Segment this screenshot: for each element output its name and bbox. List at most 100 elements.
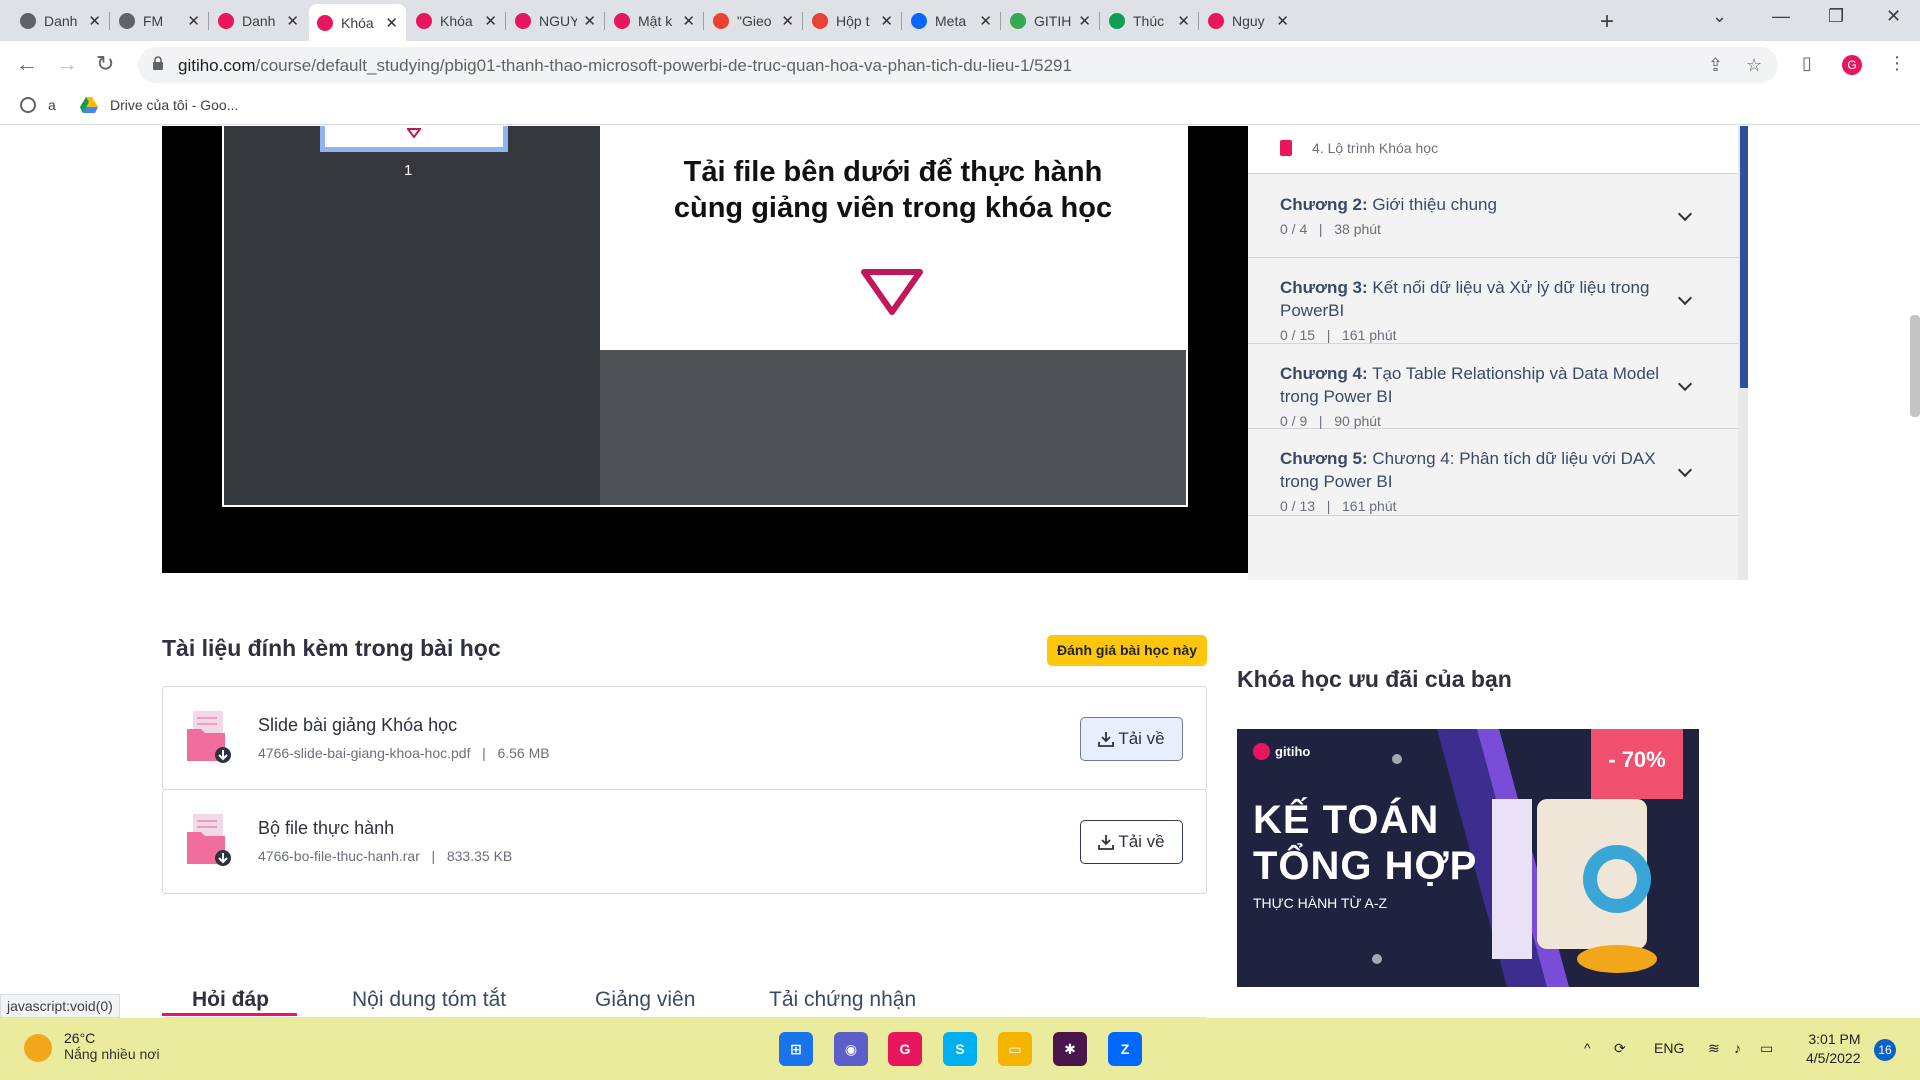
bookmark-item[interactable]: Drive của tôi - Goo... <box>80 97 238 113</box>
roadmap-label: 4. Lộ trình Khóa học <box>1312 140 1439 156</box>
download-button[interactable]: Tải về <box>1080 717 1183 761</box>
browser-tab[interactable]: NGUY ✕ <box>507 6 604 35</box>
reload-icon[interactable]: ↻ <box>96 51 114 77</box>
chapter-item[interactable]: Chương 2: Giới thiệu chung 0 / 4 | 38 phú… <box>1248 175 1738 258</box>
chapter-item[interactable]: Chương 3: Kết nối dữ liệu và Xử lý dữ li… <box>1248 258 1738 344</box>
chapter-item[interactable]: Chương 4: Tạo Table Relationship và Data… <box>1248 344 1738 429</box>
slide-thumbnail[interactable] <box>320 126 508 152</box>
clock[interactable]: 3:01 PM 4/5/2022 <box>1806 1030 1861 1068</box>
slack-icon[interactable]: ✱ <box>1053 1032 1087 1066</box>
separator: | <box>1318 221 1323 237</box>
tab-separator <box>1099 12 1100 30</box>
close-tab-icon[interactable]: ✕ <box>187 12 200 30</box>
skype-icon[interactable]: S <box>943 1032 977 1066</box>
promo-banner[interactable]: gitiho KẾ TOÁN TỔNG HỢP THỰC HÀNH TỪ A-Z… <box>1237 729 1699 987</box>
weather-widget[interactable]: 26°C Nắng nhiều nơi <box>24 1030 160 1062</box>
close-tab-icon[interactable]: ✕ <box>880 12 893 30</box>
chapter-item[interactable]: Chương 5: Chương 4: Phân tích dữ liệu vớ… <box>1248 429 1738 516</box>
browser-tab[interactable]: Meta ✕ <box>903 6 1000 35</box>
zalo-icon[interactable]: Z <box>1108 1032 1142 1066</box>
close-tab-icon[interactable]: ✕ <box>979 12 992 30</box>
gitiho-icon <box>218 12 234 29</box>
browser-tab[interactable]: Danh ✕ <box>12 6 109 35</box>
share-icon[interactable]: ⇪ <box>1708 55 1723 76</box>
windows-start-icon[interactable]: ⊞ <box>779 1032 813 1066</box>
side-panel-icon[interactable]: ▯ <box>1802 53 1812 74</box>
download-button[interactable]: Tải về <box>1080 820 1183 864</box>
chapter-duration: 90 phút <box>1334 413 1381 429</box>
chevron-down-icon[interactable] <box>1677 462 1693 478</box>
close-tab-icon[interactable]: ✕ <box>88 12 101 30</box>
wifi-icon[interactable]: ≋ <box>1708 1040 1720 1057</box>
bookmark-star-icon[interactable]: ☆ <box>1746 55 1762 76</box>
roadmap-item[interactable]: 4. Lộ trình Khóa học <box>1248 126 1738 174</box>
browser-tab[interactable]: Khóa ✕ <box>309 4 406 41</box>
new-tab-button[interactable]: + <box>1600 8 1614 36</box>
bookmarks-bar: a Drive của tôi - Goo... <box>0 89 1920 125</box>
meta-icon <box>911 12 927 29</box>
chevron-down-icon[interactable] <box>1677 376 1693 392</box>
url-text[interactable]: gitiho.com/course/default_studying/pbig0… <box>178 56 1072 76</box>
chevron-down-icon[interactable] <box>1677 290 1693 306</box>
bookmark-item[interactable]: a <box>20 97 56 113</box>
gitiho-icon <box>515 12 531 29</box>
chevron-down-icon[interactable] <box>1677 206 1693 222</box>
forward-arrow-icon[interactable]: → <box>56 51 78 77</box>
gitiho-icon <box>1208 12 1224 29</box>
language-indicator[interactable]: ENG <box>1654 1040 1684 1056</box>
tab-search-icon[interactable]: ⌄ <box>1712 6 1727 27</box>
close-tab-icon[interactable]: ✕ <box>781 12 794 30</box>
browser-tab[interactable]: Mật k ✕ <box>606 6 703 35</box>
close-tab-icon[interactable]: ✕ <box>286 12 299 30</box>
back-arrow-icon[interactable]: ← <box>16 51 38 77</box>
close-tab-icon[interactable]: ✕ <box>385 14 398 32</box>
close-tab-icon[interactable]: ✕ <box>1276 12 1289 30</box>
attachment-size: 6.56 MB <box>497 745 550 761</box>
minimize-button[interactable]: — <box>1772 6 1790 27</box>
globe-icon <box>20 12 36 29</box>
chrome-icon[interactable]: G <box>888 1032 922 1066</box>
browser-tab[interactable]: Nguy ✕ <box>1200 6 1297 35</box>
close-tab-icon[interactable]: ✕ <box>484 12 497 30</box>
tab-title: Meta <box>935 12 967 29</box>
battery-icon[interactable]: ▭ <box>1760 1040 1773 1057</box>
browser-tab[interactable]: Hộp t ✕ <box>804 6 901 35</box>
chevron-up-icon[interactable]: ^ <box>1584 1040 1591 1056</box>
tab-summary[interactable]: Nội dung tóm tắt <box>352 988 506 1012</box>
file-explorer-icon[interactable]: ▭ <box>998 1032 1032 1066</box>
tab-separator <box>901 12 902 30</box>
restore-button[interactable]: ❐ <box>1828 6 1844 27</box>
tab-instructor[interactable]: Giảng viên <box>595 988 695 1012</box>
close-window-button[interactable]: ✕ <box>1886 6 1901 27</box>
browser-tab[interactable]: Thúc ✕ <box>1101 6 1198 35</box>
tab-title: Mật k <box>638 12 673 29</box>
browser-tab[interactable]: GITIH ✕ <box>1002 6 1099 35</box>
sync-icon[interactable]: ⟳ <box>1614 1040 1626 1057</box>
download-icon <box>1098 835 1115 850</box>
close-tab-icon[interactable]: ✕ <box>583 12 596 30</box>
attachment-meta: 4766-slide-bai-giang-khoa-hoc.pdf | 6.56… <box>258 745 550 761</box>
chapter-list-scrollbar[interactable] <box>1740 126 1748 388</box>
menu-kebab-icon[interactable]: ⋮ <box>1888 53 1906 74</box>
volume-icon[interactable]: ♪ <box>1734 1040 1741 1056</box>
video-player[interactable]: 1 Tải file bên dưới để thực hành cùng gi… <box>162 126 1248 573</box>
browser-tab[interactable]: "Gieo ✕ <box>705 6 802 35</box>
close-tab-icon[interactable]: ✕ <box>1078 12 1091 30</box>
rate-lesson-button[interactable]: Đánh giá bài học này <box>1047 635 1208 666</box>
lock-icon[interactable] <box>152 56 164 70</box>
browser-tab[interactable]: Khóa ✕ <box>408 6 505 35</box>
gitiho-extension-icon[interactable]: G <box>1842 55 1862 75</box>
address-bar[interactable]: gitiho.com/course/default_studying/pbig0… <box>138 47 1778 83</box>
tab-qa[interactable]: Hỏi đáp <box>192 988 269 1012</box>
tab-title: Khóa <box>440 12 473 29</box>
notification-badge[interactable]: 16 <box>1874 1039 1896 1061</box>
close-tab-icon[interactable]: ✕ <box>1177 12 1190 30</box>
page-scrollbar[interactable] <box>1910 315 1920 417</box>
browser-tab[interactable]: Danh ✕ <box>210 6 307 35</box>
close-tab-icon[interactable]: ✕ <box>682 12 695 30</box>
status-bar-url: javascript:void(0) <box>0 994 120 1018</box>
browser-tab[interactable]: FM ✕ <box>111 6 208 35</box>
teams-icon[interactable]: ◉ <box>834 1032 868 1066</box>
tab-certificate[interactable]: Tải chứng nhận <box>769 988 916 1012</box>
gitiho-icon <box>317 14 333 31</box>
